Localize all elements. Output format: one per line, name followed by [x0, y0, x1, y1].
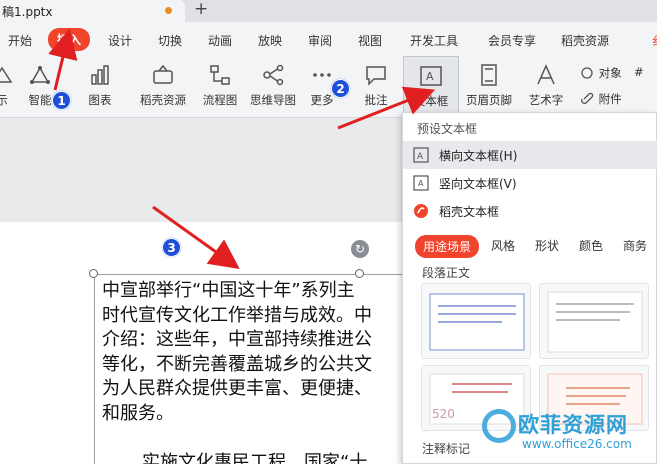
- tab-usage[interactable]: 用途场景: [415, 235, 480, 258]
- menu-developer[interactable]: 开发工具: [410, 32, 458, 49]
- svg-text:A: A: [417, 152, 424, 162]
- daoke-textbox-item[interactable]: 稻壳文本框: [403, 197, 657, 225]
- tab-style[interactable]: 风格: [491, 237, 515, 254]
- vertical-textbox-icon: A: [413, 175, 429, 191]
- menu-review[interactable]: 审阅: [308, 32, 332, 49]
- object-button[interactable]: 对象: [580, 65, 622, 81]
- tab-color[interactable]: 颜色: [579, 237, 603, 254]
- menu-overflow[interactable]: 纟: [652, 32, 657, 49]
- menu-member[interactable]: 会员专享: [488, 32, 536, 49]
- tab-shape[interactable]: 形状: [535, 237, 559, 254]
- menu-transition[interactable]: 切换: [158, 32, 182, 49]
- svg-text:A: A: [426, 70, 434, 83]
- comment-button[interactable]: 批注: [358, 56, 394, 116]
- template-card[interactable]: [539, 283, 649, 359]
- menu-daoke[interactable]: 稻壳资源: [561, 32, 609, 49]
- section-annotation: 注释标记: [422, 442, 471, 456]
- menu-home[interactable]: 开始: [8, 32, 32, 49]
- smart-graphic-icon: [30, 66, 50, 84]
- slide-paragraph-2[interactable]: 实施文化惠民工程，国家“十: [142, 448, 367, 464]
- watermark-title: 欧菲资源网: [518, 413, 628, 437]
- step-badge-3: 3: [162, 238, 181, 257]
- menu-insert[interactable]: 插入: [48, 28, 91, 51]
- textbox-icon: A: [420, 66, 442, 86]
- menu-design[interactable]: 设计: [108, 32, 132, 49]
- horizontal-textbox-item[interactable]: A 横向文本框(H): [403, 141, 657, 169]
- art-text-icon: [537, 64, 555, 85]
- title-bar: 稿1.pptx +: [0, 0, 657, 22]
- menu-slideshow[interactable]: 放映: [258, 32, 282, 49]
- object-icon: [581, 67, 593, 79]
- chart-button[interactable]: 图表: [80, 56, 120, 116]
- chart-icon: [91, 65, 109, 85]
- paperclip-icon: [581, 92, 594, 104]
- flowchart-button[interactable]: 流程图: [198, 56, 242, 116]
- tab-business[interactable]: 商务: [623, 237, 647, 254]
- unsaved-dot-icon: [165, 7, 172, 14]
- art-text-button[interactable]: 艺术字: [522, 56, 570, 116]
- svg-text:520: 520: [432, 407, 455, 421]
- template-preview-2: [547, 291, 643, 353]
- template-preview-1: [429, 293, 525, 351]
- menu-bar: 开始 插入 设计 切换 动画 放映 审阅 视图 开发工具 会员专享 稻壳资源 纟: [0, 22, 657, 56]
- menu-view[interactable]: 视图: [358, 32, 382, 49]
- mindmap-button[interactable]: 思维导图: [246, 56, 300, 116]
- flowchart-icon: [210, 65, 230, 85]
- svg-text:A: A: [418, 179, 424, 188]
- document-tab-name: 稿1.pptx: [2, 5, 53, 19]
- rotate-handle-icon[interactable]: ↻: [351, 240, 369, 258]
- watermark-logo-icon: [482, 409, 516, 443]
- resize-handle-top[interactable]: [355, 269, 364, 278]
- ribbon-partial-left[interactable]: 示: [0, 56, 18, 116]
- daoke-resources-icon: [153, 64, 173, 84]
- new-tab-button[interactable]: +: [194, 0, 208, 19]
- ribbon-toolbar: 示 智能 图表 稻壳资源 流程图 思维导图 更多 批注 A 文本框 页眉页脚 艺…: [0, 56, 657, 118]
- step-badge-2: 2: [331, 79, 350, 98]
- textbox-button[interactable]: A 文本框: [403, 56, 459, 116]
- mindmap-icon: [263, 64, 284, 86]
- document-tab[interactable]: 稿1.pptx: [0, 0, 185, 22]
- menu-animation[interactable]: 动画: [208, 32, 232, 49]
- attachment-button[interactable]: 附件: [580, 91, 622, 107]
- slide-paragraph[interactable]: 中宣部举行“中国这十年”系列主 时代宣传文化工作举措与成效。中 介绍：这些年，中…: [102, 279, 402, 426]
- section-paragraph-text: 段落正文: [422, 266, 471, 280]
- horizontal-textbox-icon: A: [413, 147, 429, 163]
- watermark-url: www.office26.com: [522, 437, 632, 451]
- daoke-resources-button[interactable]: 稻壳资源: [136, 56, 190, 116]
- comment-icon: [366, 66, 386, 86]
- dropdown-tabs: 用途场景 风格 形状 颜色 商务: [415, 235, 655, 258]
- watermark: 欧菲资源网 www.office26.com: [470, 405, 657, 464]
- more-dots-icon: [313, 73, 331, 77]
- smart-graphic-button[interactable]: 智能: [22, 56, 58, 116]
- header-footer-icon: [481, 64, 497, 86]
- step-badge-1: 1: [52, 91, 71, 110]
- daoke-logo-icon: [414, 204, 428, 218]
- ribbon-partial-right[interactable]: #: [634, 65, 644, 79]
- dropdown-header: 预设文本框: [417, 122, 478, 136]
- resize-handle-top-left[interactable]: [89, 269, 98, 278]
- template-card[interactable]: [421, 283, 531, 359]
- shapes-icon: [0, 66, 13, 83]
- vertical-textbox-item[interactable]: A 竖向文本框(V): [403, 169, 657, 197]
- header-footer-button[interactable]: 页眉页脚: [462, 56, 516, 116]
